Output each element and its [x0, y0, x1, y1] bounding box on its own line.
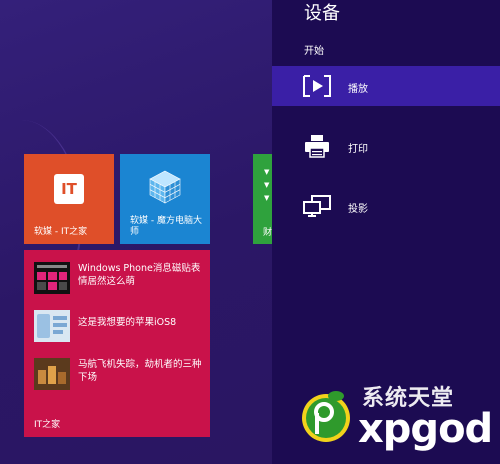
arrow-down-icon: ▼: [264, 168, 270, 176]
xpgod-logo-icon: [302, 391, 350, 442]
cube-icon: [149, 170, 181, 204]
start-screen: IT 软媒 - IT之家 软媒 - 魔方电脑大师 ▼ ▼ ▼ 财 Windows…: [0, 0, 272, 464]
news-thumbnail-icon: [34, 310, 70, 342]
news-thumbnail-icon: [34, 358, 70, 390]
arrow-down-icon: ▼: [264, 181, 270, 189]
tile-it-home-label: 软媒 - IT之家: [34, 227, 88, 237]
tile-mofang[interactable]: 软媒 - 魔方电脑大师: [120, 154, 210, 244]
tile-finance-partial[interactable]: ▼ ▼ ▼ 财: [253, 154, 272, 244]
tile-it-news[interactable]: Windows Phone消息磁贴表情居然这么萌 这是我想要的苹果iOS8 马航…: [24, 250, 210, 437]
news-item-text: 马航飞机失踪，劫机者的三种下场: [78, 359, 202, 383]
watermark-line2: xpgod: [358, 406, 493, 452]
charm-item-label: 投影: [348, 204, 368, 215]
play-icon: [303, 75, 331, 97]
site-watermark: 系统天堂 xpgod: [300, 380, 500, 464]
news-item-text: Windows Phone消息磁贴表情居然这么萌: [78, 263, 201, 287]
charm-item-project[interactable]: 投影: [272, 186, 500, 226]
tile-mofang-label: 软媒 - 魔方电脑大师: [130, 216, 202, 237]
printer-icon: [305, 135, 329, 158]
projector-icon: [303, 195, 331, 217]
it-home-logo: IT: [54, 174, 84, 204]
panel-title: 设备: [304, 3, 340, 24]
charm-item-play[interactable]: 播放: [272, 66, 500, 106]
charm-item-print[interactable]: 打印: [272, 126, 500, 166]
charm-item-label: 打印: [348, 144, 368, 155]
news-item-text: 这是我想要的苹果iOS8: [78, 317, 177, 328]
panel-subtitle: 开始: [304, 46, 324, 57]
arrow-down-icon: ▼: [264, 194, 270, 202]
charm-item-label: 播放: [348, 84, 368, 95]
tile-it-home[interactable]: IT 软媒 - IT之家: [24, 154, 114, 244]
tile-finance-label: 财: [263, 228, 272, 238]
tile-it-news-label: IT之家: [34, 420, 61, 430]
news-thumbnail-icon: [34, 262, 70, 294]
